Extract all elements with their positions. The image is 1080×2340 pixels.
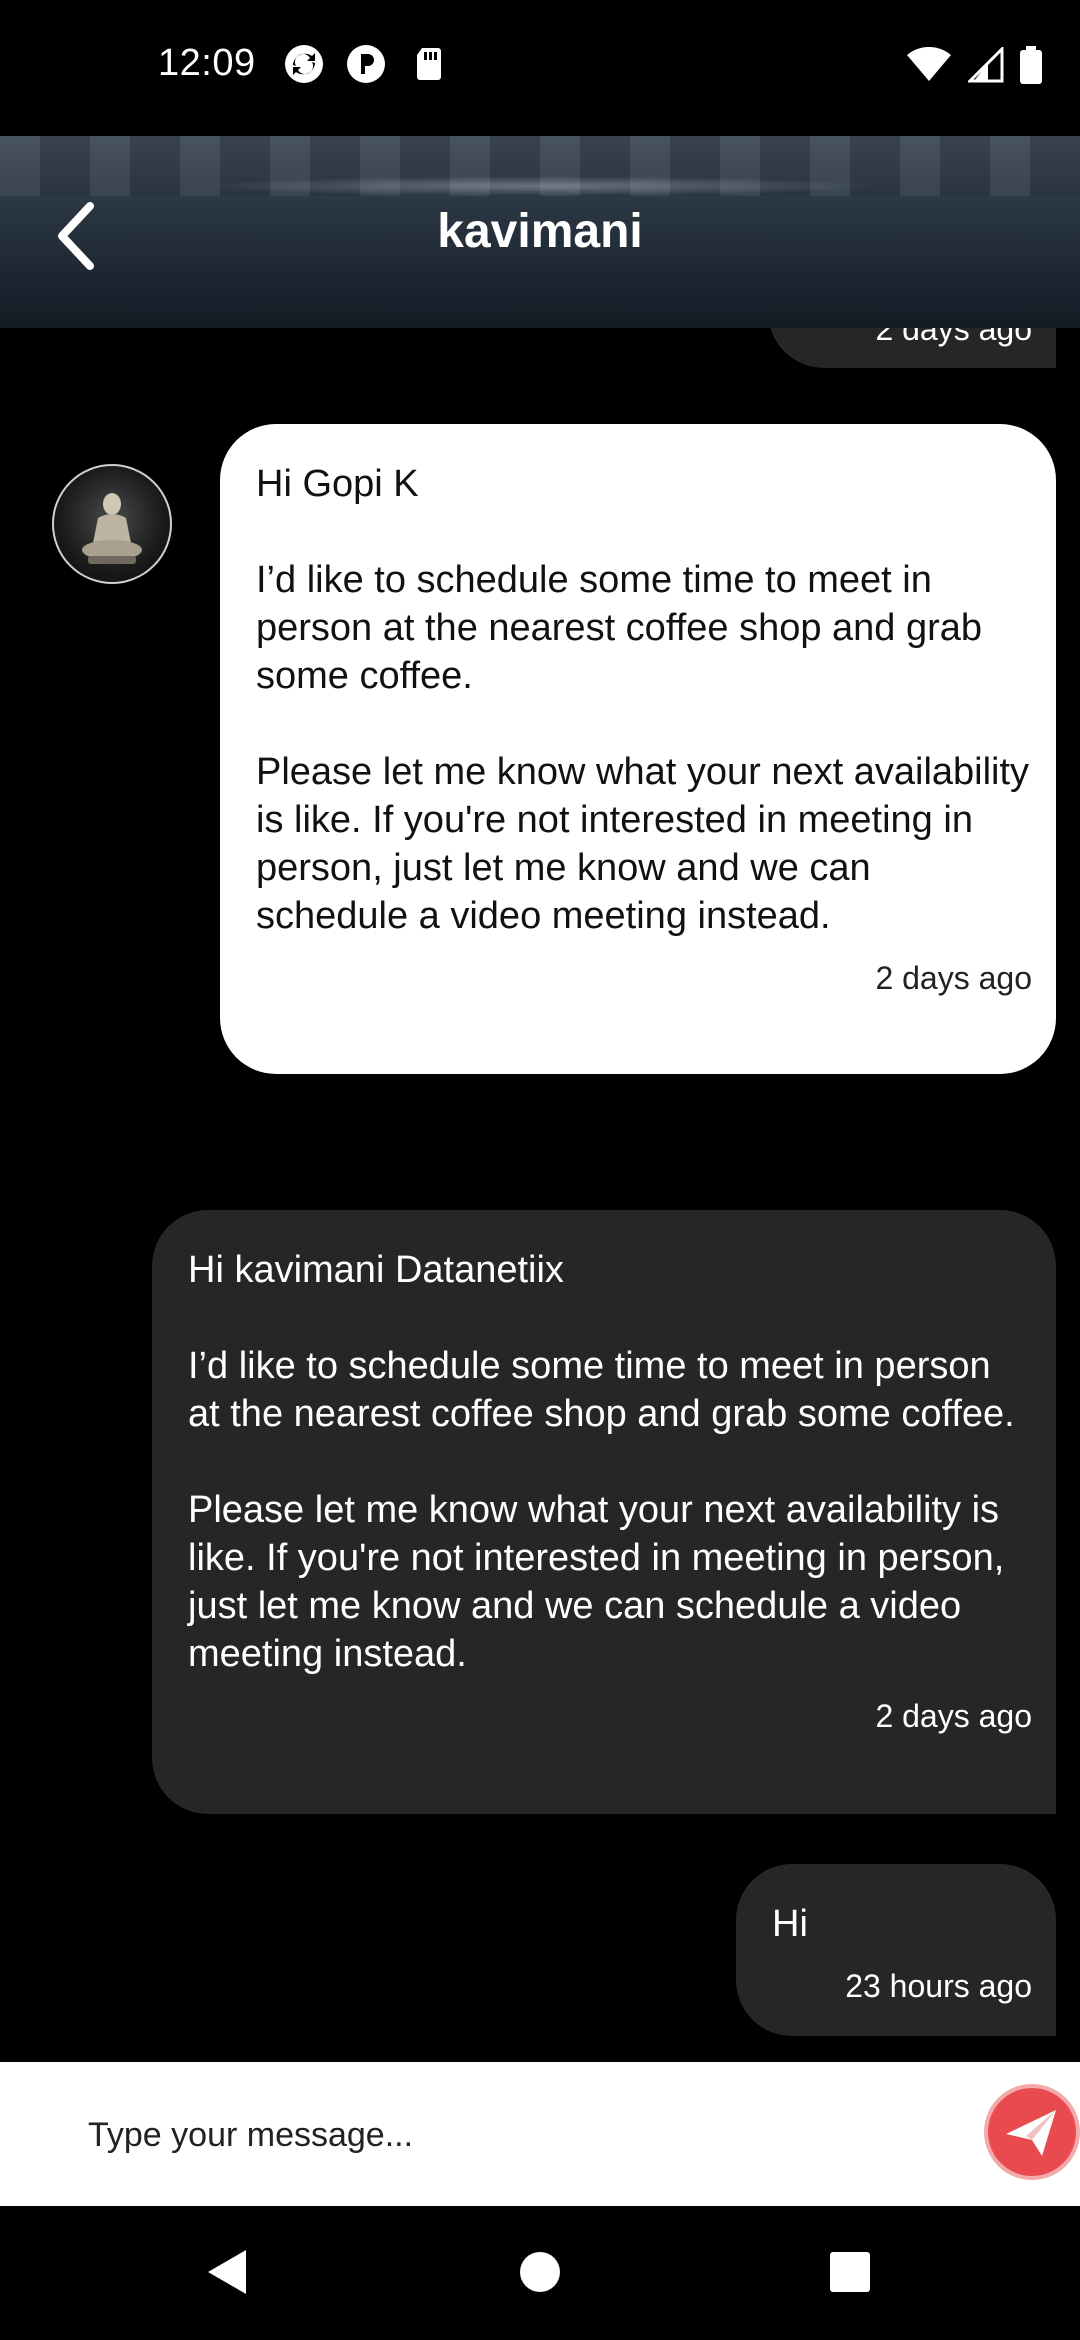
p-badge-icon <box>347 45 385 83</box>
incoming-message-bubble: Hi Gopi K I’d like to schedule some time… <box>220 424 1056 1074</box>
message-time: 2 days ago <box>875 328 1032 347</box>
sync-icon <box>285 45 323 83</box>
nav-back-icon[interactable] <box>196 2240 260 2304</box>
nav-recents-icon[interactable] <box>818 2240 882 2304</box>
contact-name: kavimani <box>437 205 643 258</box>
message-time: 2 days ago <box>875 1698 1032 1734</box>
chat-screen: 12:09 kavimani 2 days ago Hi Gopi K I’d … <box>0 0 1080 2340</box>
message-composer <box>0 2062 1080 2206</box>
message-text: Hi <box>772 1903 808 1945</box>
sd-card-icon <box>417 48 441 80</box>
outgoing-message-bubble: Hi 23 hours ago <box>736 1864 1056 2036</box>
wifi-icon <box>907 47 951 81</box>
buddha-statue-image <box>82 493 142 564</box>
message-text: Hi kavimani Datanetiix I’d like to sched… <box>188 1249 1015 1675</box>
message-list[interactable]: 2 days ago Hi Gopi K I’d like to schedul… <box>0 328 1080 2062</box>
message-time: 2 days ago <box>875 960 1032 996</box>
signal-icon <box>968 47 1004 83</box>
contact-avatar[interactable] <box>52 464 172 584</box>
outgoing-message-bubble: Hi kavimani Datanetiix I’d like to sched… <box>152 1210 1056 1814</box>
status-bar: 12:09 <box>0 0 1080 136</box>
nav-home-icon[interactable] <box>508 2240 572 2304</box>
send-plane-icon <box>1006 2110 1056 2156</box>
message-time: 23 hours ago <box>845 1968 1032 2004</box>
previous-message-bubble: 2 days ago <box>768 328 1056 368</box>
send-button[interactable] <box>984 2084 1080 2180</box>
chat-header: kavimani <box>0 136 1080 328</box>
status-time: 12:09 <box>158 42 256 84</box>
message-input[interactable] <box>86 2096 950 2174</box>
navigation-bar <box>0 2206 1080 2340</box>
message-text: Hi Gopi K I’d like to schedule some time… <box>256 463 1030 937</box>
status-right <box>906 46 1042 84</box>
battery-icon <box>1020 46 1042 84</box>
